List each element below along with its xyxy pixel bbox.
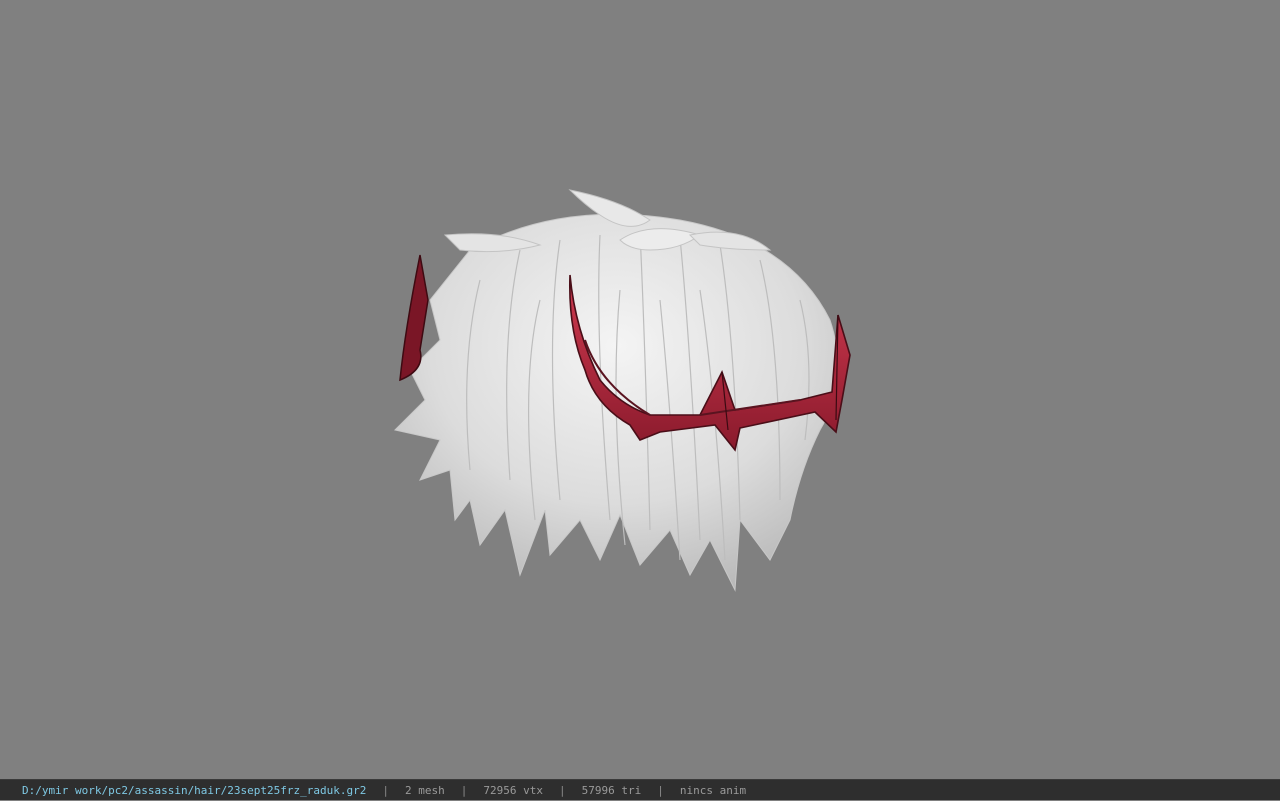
vertex-count: 72956 vtx [483, 783, 543, 797]
separator: | [382, 783, 389, 797]
separator: | [558, 783, 566, 797]
separator: | [460, 783, 468, 797]
3d-viewport[interactable] [0, 0, 1280, 779]
status-bar: D:/ymir work/pc2/assassin/hair/23sept25f… [0, 779, 1280, 800]
triangle-count: 57996 tri [581, 783, 642, 797]
hair-model-render [394, 189, 851, 592]
animation-status: nincs anim [679, 783, 747, 797]
separator: | [657, 783, 664, 797]
mesh-count: 2 mesh [405, 783, 445, 797]
file-path: D:/ymir work/pc2/assassin/hair/23sept25f… [22, 783, 367, 797]
